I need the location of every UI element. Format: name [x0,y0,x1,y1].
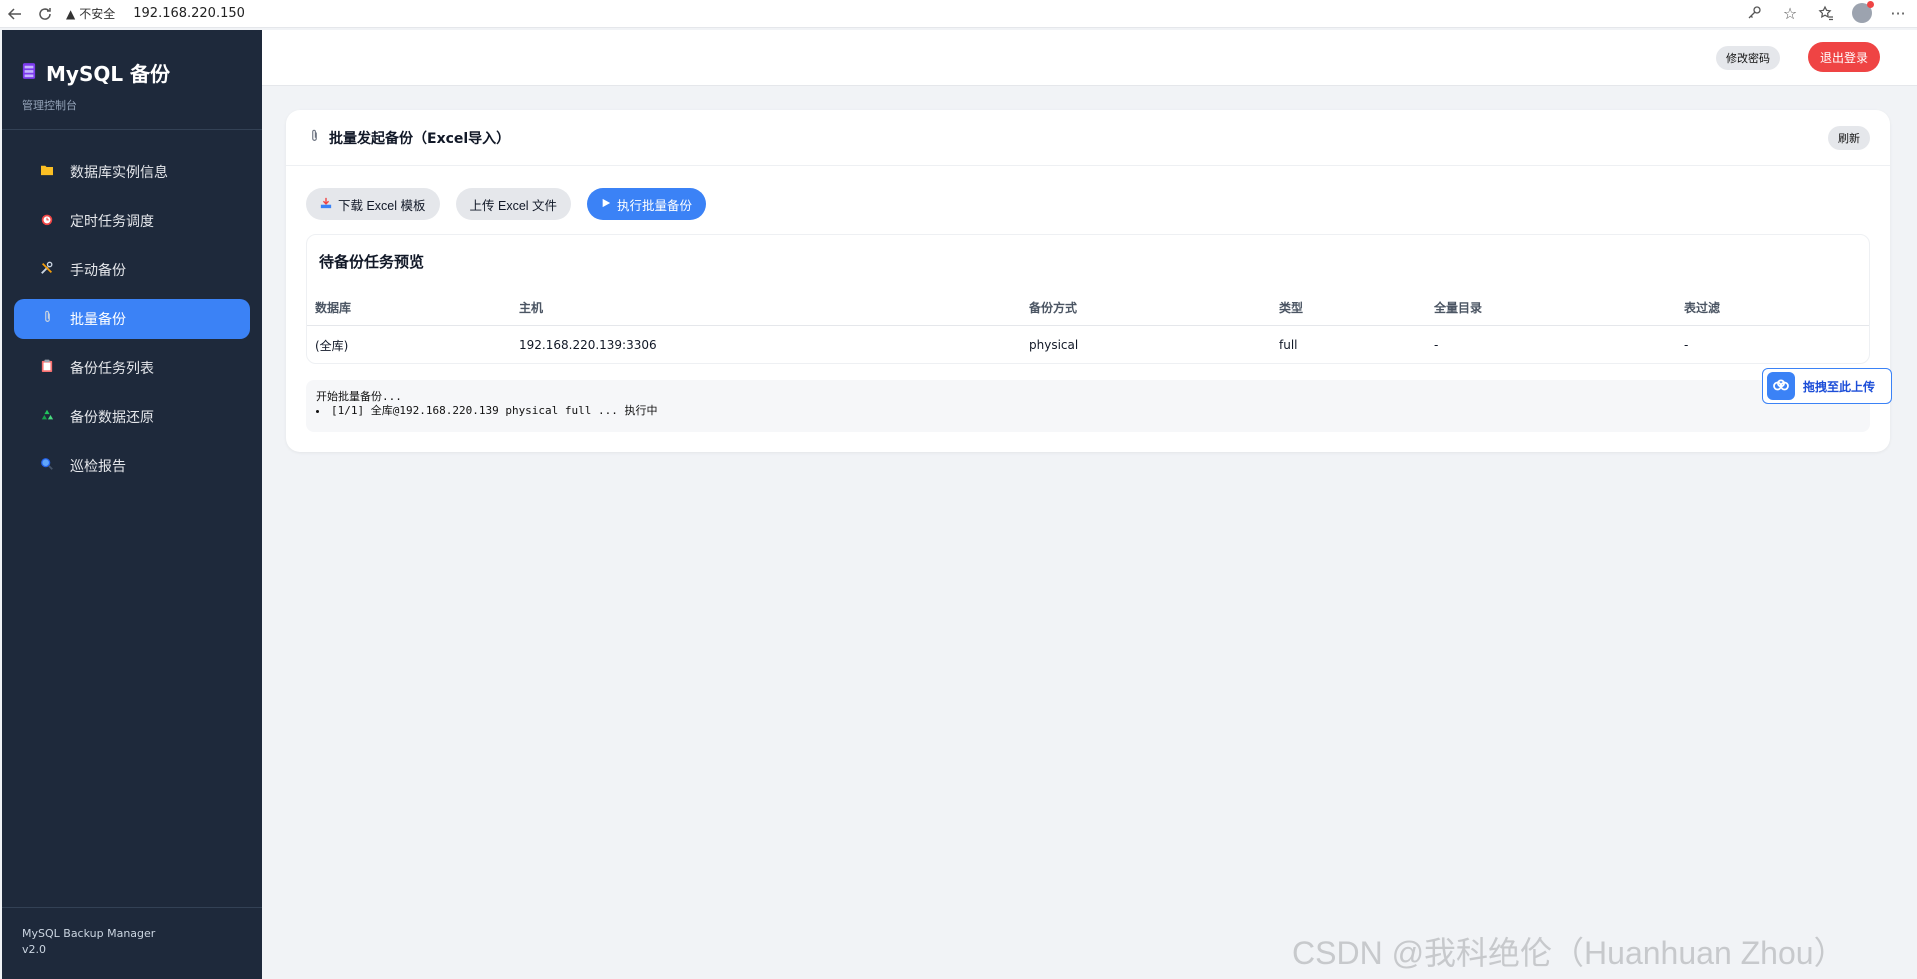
refresh-button[interactable]: 刷新 [1828,126,1870,150]
brand: MySQL 备份 管理控制台 [2,30,262,130]
back-icon[interactable] [0,2,30,26]
column-header: 数据库 [307,291,511,326]
folder-icon [38,164,56,180]
sidebar: MySQL 备份 管理控制台 数据库实例信息 定时任务调度 手动备份 批量备份 … [2,30,262,979]
more-icon[interactable]: ··· [1887,2,1909,24]
card-header: 批量发起备份（Excel导入） [286,110,1890,166]
top-bar [262,30,1917,86]
execute-batch-backup-button[interactable]: 执行批量备份 [587,188,707,220]
table-cell: - [1684,338,1689,353]
sidebar-footer: MySQL Backup Manager v2.0 [2,907,262,979]
batch-backup-card: 批量发起备份（Excel导入） 刷新 下载 Excel 模板 上传 Excel … [286,110,1890,452]
drag-upload-widget[interactable]: 拖拽至此上传 [1762,368,1892,404]
tools-icon [38,261,56,279]
star-icon[interactable]: ☆ [1779,2,1801,24]
favorites-icon[interactable] [1815,2,1837,24]
execution-log: 开始批量备份... [1/1] 全库@192.168.220.139 physi… [306,380,1870,432]
column-header: 全量目录 [1426,291,1676,326]
paperclip-icon [38,310,56,328]
app-name: MySQL Backup Manager [22,927,156,940]
brand-subtitle: 管理控制台 [22,99,77,112]
key-icon[interactable] [1743,2,1765,24]
table-cell: 192.168.220.139:3306 [519,338,657,353]
column-header: 类型 [1271,291,1426,326]
cloud-upload-icon [1767,372,1795,400]
play-icon [601,197,611,211]
table-cell: (全库) [315,338,349,353]
reload-icon[interactable] [30,2,60,26]
column-header: 主机 [511,291,1021,326]
card-title: 批量发起备份（Excel导入） [329,130,511,147]
upload-excel-button[interactable]: 上传 Excel 文件 [455,188,572,220]
url-text: 192.168.220.150 [133,6,245,21]
sidebar-item-inspection[interactable]: 巡检报告 [14,446,250,486]
table-cell: physical [1029,338,1079,353]
sidebar-item-schedule[interactable]: 定时任务调度 [14,201,250,241]
browser-toolbar: ▲ 不安全 192.168.220.150 ☆ ··· [0,0,1917,28]
change-password-button[interactable]: 修改密码 [1716,46,1780,70]
log-line: 开始批量备份... [316,390,402,403]
download-icon [320,197,332,212]
paperclip-icon [310,129,319,147]
download-template-button[interactable]: 下载 Excel 模板 [306,188,440,220]
database-icon [22,61,36,85]
log-item: [1/1] 全库@192.168.220.139 physical full .… [316,404,1860,418]
magnifier-icon [38,457,56,475]
watermark: CSDN @我科绝伦（Huanhuan Zhou） [1292,935,1846,971]
table-header-row: 数据库 主机 备份方式 类型 全量目录 表过滤 [307,291,1869,326]
clipboard-icon [38,359,56,377]
table-cell: - [1434,338,1439,353]
sidebar-item-task-list[interactable]: 备份任务列表 [14,348,250,388]
brand-title: MySQL 备份 [46,62,171,86]
table-cell: full [1279,338,1298,353]
preview-title: 待备份任务预览 [319,253,425,271]
app-version: v2.0 [22,943,47,956]
task-preview-panel: 待备份任务预览 数据库 主机 备份方式 类型 全量目录 表过滤 (全库) 192… [306,234,1870,364]
column-header: 备份方式 [1021,291,1271,326]
alarm-clock-icon [38,212,56,230]
address-bar[interactable]: ▲ 不安全 192.168.220.150 [66,2,1766,26]
column-header: 表过滤 [1676,291,1869,326]
warning-icon: ▲ [66,6,76,21]
batch-toolbar: 下载 Excel 模板 上传 Excel 文件 执行批量备份 [306,188,707,220]
logout-button[interactable]: 退出登录 [1808,42,1881,72]
profile-avatar[interactable] [1851,1,1874,24]
sidebar-item-instances[interactable]: 数据库实例信息 [14,152,250,192]
sidebar-nav: 数据库实例信息 定时任务调度 手动备份 批量备份 备份任务列表 备份数据还原 巡… [2,130,262,486]
security-warning[interactable]: ▲ 不安全 [66,5,115,22]
recycle-icon [38,408,56,426]
sidebar-item-batch-backup[interactable]: 批量备份 [14,299,250,339]
preview-table: 数据库 主机 备份方式 类型 全量目录 表过滤 (全库) 192.168.220… [307,291,1869,365]
table-row: (全库) 192.168.220.139:3306 physical full … [307,325,1869,365]
sidebar-item-manual-backup[interactable]: 手动备份 [14,250,250,290]
sidebar-item-restore[interactable]: 备份数据还原 [14,397,250,437]
